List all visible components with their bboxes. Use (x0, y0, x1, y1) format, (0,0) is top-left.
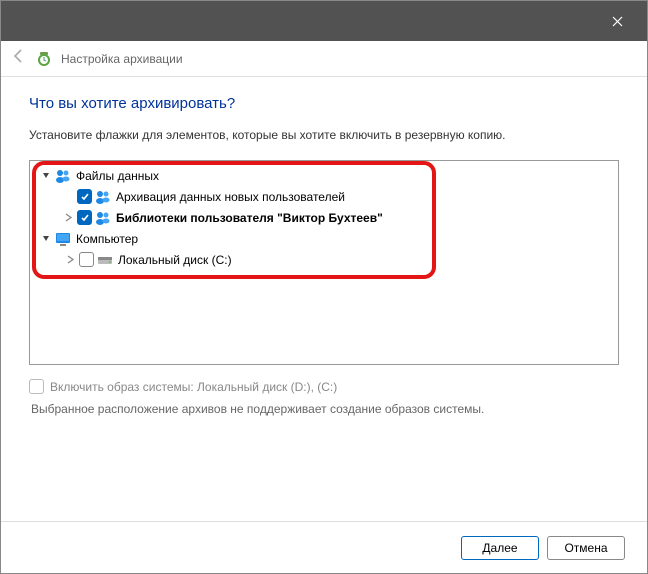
cancel-button[interactable]: Отмена (547, 536, 625, 560)
checkbox-new-users[interactable] (77, 189, 92, 204)
users-icon (95, 210, 111, 226)
content-area: Что вы хотите архивировать? Установите ф… (1, 77, 647, 521)
checkbox-libraries[interactable] (77, 210, 92, 225)
header-title: Настройка архивации (61, 52, 183, 66)
tree-node-computer[interactable]: Компьютер (30, 228, 618, 249)
checkbox-local-disk[interactable] (79, 252, 94, 267)
footer-bar: Далее Отмена (1, 521, 647, 573)
system-image-warning: Выбранное расположение архивов не поддер… (31, 402, 619, 416)
backup-clock-icon (35, 50, 53, 68)
users-icon (55, 168, 71, 184)
back-arrow-icon[interactable] (11, 48, 27, 69)
chevron-down-icon[interactable] (40, 233, 52, 245)
system-image-option: Включить образ системы: Локальный диск (… (29, 379, 619, 394)
tree-node-local-disk[interactable]: Локальный диск (C:) (30, 249, 618, 270)
page-heading: Что вы хотите архивировать? (29, 95, 619, 112)
tree-node-new-users[interactable]: Архивация данных новых пользователей (30, 186, 618, 207)
tree-label: Архивация данных новых пользователей (116, 190, 345, 204)
system-image-label: Включить образ системы: Локальный диск (… (50, 380, 337, 394)
users-icon (95, 189, 111, 205)
tree-label: Библиотеки пользователя "Виктор Бухтеев" (116, 211, 383, 225)
header-bar: Настройка архивации (1, 41, 647, 77)
chevron-down-icon[interactable] (40, 170, 52, 182)
checkbox-system-image (29, 379, 44, 394)
tree-label: Файлы данных (76, 169, 159, 183)
tree-node-libraries[interactable]: Библиотеки пользователя "Виктор Бухтеев" (30, 207, 618, 228)
backup-items-tree: Файлы данных Архивация данных новых поль… (29, 160, 619, 365)
spacer (62, 191, 74, 203)
close-button[interactable] (595, 1, 639, 41)
tree-node-data-files[interactable]: Файлы данных (30, 165, 618, 186)
chevron-right-icon[interactable] (64, 254, 76, 266)
titlebar (1, 1, 647, 41)
next-button[interactable]: Далее (461, 536, 539, 560)
monitor-icon (55, 231, 71, 247)
page-subtext: Установите флажки для элементов, которые… (29, 128, 619, 142)
tree-label: Компьютер (76, 232, 138, 246)
tree-label: Локальный диск (C:) (118, 253, 232, 267)
disk-icon (97, 252, 113, 268)
backup-settings-window: Настройка архивации Что вы хотите архиви… (0, 0, 648, 574)
chevron-right-icon[interactable] (62, 212, 74, 224)
